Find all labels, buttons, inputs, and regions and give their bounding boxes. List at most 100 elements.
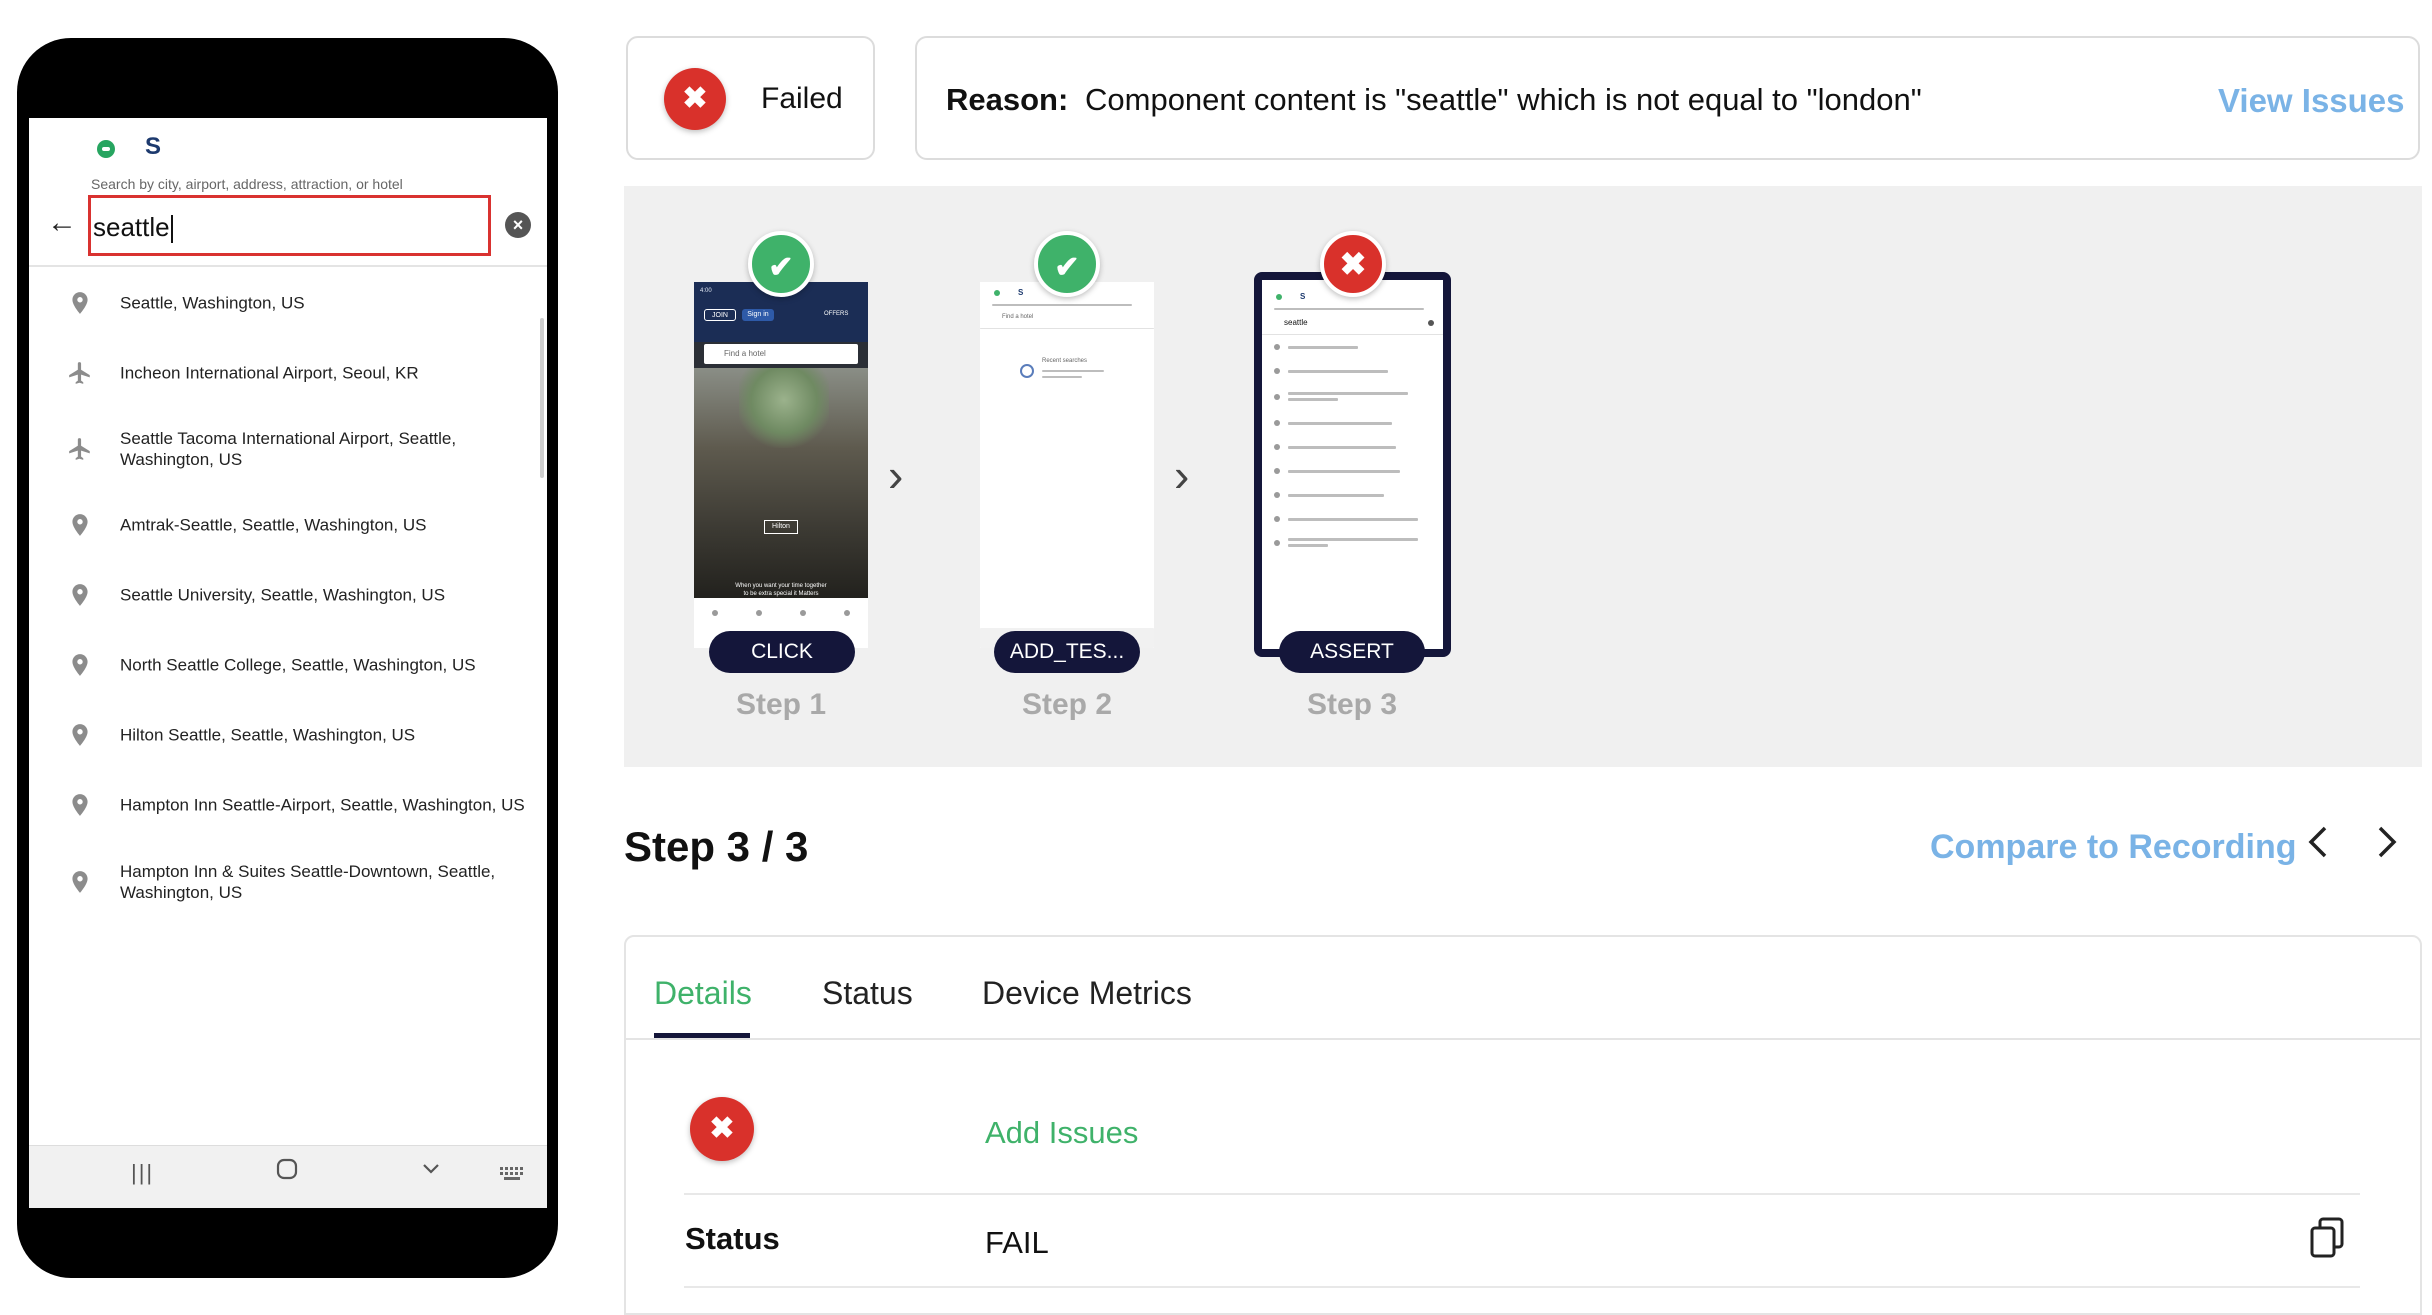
chevron-down-icon[interactable] <box>419 1156 443 1187</box>
compare-to-recording-link[interactable]: Compare to Recording <box>1930 828 2296 867</box>
location-pin-icon <box>72 871 88 893</box>
thumb-search-field: Find a hotel <box>704 344 858 364</box>
list-item[interactable]: Seattle Tacoma International Airport, Se… <box>29 408 547 490</box>
next-step-icon[interactable] <box>2372 822 2402 873</box>
home-icon[interactable] <box>276 1158 298 1187</box>
recent-apps-icon[interactable]: ||| <box>131 1160 154 1186</box>
thumb-join-button: JOIN <box>704 309 736 321</box>
thumb-result-line <box>1288 422 1392 425</box>
reason-text: Component content is "seattle" which is … <box>1085 82 1922 117</box>
clear-search-icon[interactable]: × <box>505 212 531 238</box>
airplane-icon <box>69 438 90 460</box>
thumb-offers-label: OFFERS <box>824 311 849 317</box>
step-3-thumbnail[interactable]: S seattle <box>1254 272 1451 657</box>
list-item-label: Seattle, Washington, US <box>120 293 305 313</box>
home-shape <box>276 1158 298 1180</box>
thumb-foliage <box>739 368 829 448</box>
tab-status[interactable]: Status <box>822 975 913 1012</box>
list-item[interactable]: Hampton Inn Seattle-Airport, Seattle, Wa… <box>29 770 547 840</box>
view-issues-link[interactable]: View Issues <box>2218 82 2405 120</box>
brand-logo-icon <box>97 140 115 158</box>
step-2-label[interactable]: Step 2 <box>987 688 1147 722</box>
step-2-thumbnail[interactable]: S Find a hotel Recent searches <box>980 282 1154 648</box>
thumb-history-icon <box>1020 364 1034 378</box>
thumb-divider <box>980 328 1154 329</box>
search-hint: Search by city, airport, address, attrac… <box>91 176 403 192</box>
thumb-pin-icon <box>1274 394 1280 400</box>
step-2-action: ADD_TES... <box>994 631 1140 673</box>
thumb-hero-photo: When you want your time together to be e… <box>694 368 868 605</box>
step-1-pass-icon: ✔ <box>748 231 814 297</box>
thumb-pin-icon <box>1274 344 1280 350</box>
list-item[interactable]: Hilton Seattle, Seattle, Washington, US <box>29 700 547 770</box>
previous-step-icon[interactable] <box>2303 822 2333 873</box>
thumb-hint-line <box>1274 308 1424 310</box>
tab-device-metrics[interactable]: Device Metrics <box>982 975 1192 1012</box>
thumb-signin-button: Sign in <box>742 309 774 321</box>
thumb-pin-icon <box>1274 540 1280 546</box>
thumb-hilton-logo: Hilton <box>764 520 798 534</box>
list-item-label: Seattle University, Seattle, Washington,… <box>120 585 446 605</box>
list-item-label: Hilton Seattle, Seattle, Washington, US <box>120 725 416 745</box>
thumb-text-line <box>1042 370 1104 372</box>
add-issues-link[interactable]: Add Issues <box>985 1115 1138 1151</box>
list-item-label: North Seattle College, Seattle, Washingt… <box>120 655 476 675</box>
thumb-brand-initial: S <box>1300 292 1306 301</box>
location-pin-icon <box>72 724 88 746</box>
thumb-pin-icon <box>1274 468 1280 474</box>
chevron-right-icon: › <box>1174 449 1190 501</box>
list-item-label: Hampton Inn & Suites Seattle-Downtown, S… <box>120 862 496 902</box>
step-1-label[interactable]: Step 1 <box>701 688 861 722</box>
thumb-clock: 4:00 <box>700 288 712 294</box>
list-item[interactable]: Incheon International Airport, Seoul, KR <box>29 338 547 408</box>
tab-details[interactable]: Details <box>654 975 752 1012</box>
thumb-pin-icon <box>1274 420 1280 426</box>
list-item-label: Hampton Inn Seattle-Airport, Seattle, Wa… <box>120 795 525 815</box>
status-label: Failed <box>761 82 843 115</box>
thumb-divider <box>1262 334 1443 335</box>
thumb-clear-icon <box>1428 320 1434 326</box>
location-pin-icon <box>72 654 88 676</box>
thumb-brand-dot <box>994 290 1000 296</box>
step-1-thumbnail[interactable]: 4:00 JOIN Sign in OFFERS Find a hotel Wh… <box>694 282 868 648</box>
search-input-value[interactable]: seattle <box>93 212 173 244</box>
brand-initial: S <box>145 133 162 160</box>
step-counter: Step 3 / 3 <box>624 823 809 870</box>
thumb-result-line <box>1288 544 1328 547</box>
list-item[interactable]: Seattle University, Seattle, Washington,… <box>29 560 547 630</box>
thumb-search-field: Find a hotel <box>1002 314 1034 320</box>
thumb-brand-initial: S <box>1018 288 1024 297</box>
thumb-brand-dot <box>1276 294 1282 300</box>
thumb-pin-icon <box>1274 444 1280 450</box>
list-item[interactable]: Seattle, Washington, US <box>29 268 547 338</box>
location-pin-icon <box>72 584 88 606</box>
divider <box>684 1193 2360 1195</box>
back-arrow-icon[interactable]: ← <box>47 208 77 238</box>
thumb-nav-dot <box>756 610 762 616</box>
scrollbar[interactable] <box>540 318 544 478</box>
step-3-action: ASSERT <box>1279 631 1425 673</box>
android-nav-bar: ||| <box>29 1145 547 1208</box>
copy-icon[interactable] <box>2308 1217 2346 1259</box>
thumb-text-line <box>1042 376 1082 378</box>
thumb-result-line <box>1288 538 1418 541</box>
step-3-label[interactable]: Step 3 <box>1272 688 1432 722</box>
list-item[interactable]: Hampton Inn & Suites Seattle-Downtown, S… <box>29 840 547 924</box>
thumb-hint-line <box>992 304 1132 306</box>
thumb-result-line <box>1288 494 1384 497</box>
device-screen: S Search by city, airport, address, attr… <box>29 118 547 1208</box>
keyboard-icon[interactable] <box>499 1162 525 1190</box>
list-item[interactable]: Amtrak-Seattle, Seattle, Washington, US <box>29 490 547 560</box>
chevron-left-shape <box>2308 826 2327 858</box>
thumb-nav-dot <box>712 610 718 616</box>
thumb-pin-icon <box>1274 516 1280 522</box>
thumb-pin-icon <box>1274 492 1280 498</box>
list-item[interactable]: North Seattle College, Seattle, Washingt… <box>29 630 547 700</box>
app-header: S Search by city, airport, address, attr… <box>29 118 547 268</box>
thumb-result-line <box>1288 398 1338 401</box>
chevron-right-shape <box>2378 826 2397 858</box>
thumb-result-line <box>1288 446 1396 449</box>
step-2-pass-icon: ✔ <box>1034 231 1100 297</box>
fail-icon: ✖ <box>664 68 726 130</box>
tab-divider <box>626 1038 2420 1040</box>
